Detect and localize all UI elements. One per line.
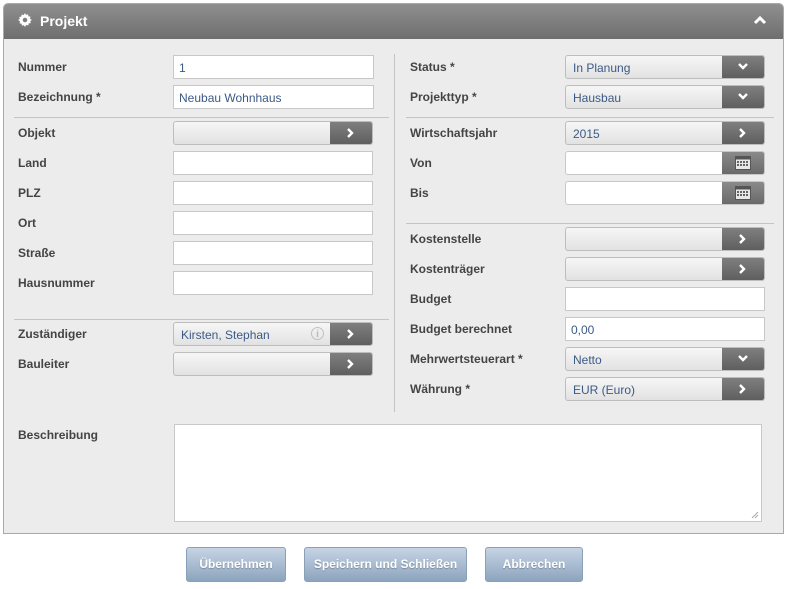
objekt-label: Objekt [18, 126, 56, 140]
chevron-right-icon [739, 128, 746, 138]
chevron-up-icon[interactable] [753, 14, 767, 26]
mwst-dropdown-button[interactable] [722, 348, 764, 370]
bezeichnung-label: Bezeichnung * [18, 90, 101, 104]
status-dropdown-button[interactable] [722, 56, 764, 78]
budget-berechnet-field[interactable]: 0,00 [565, 317, 765, 341]
bauleiter-select-button[interactable] [330, 353, 372, 375]
plz-label: PLZ [18, 186, 41, 200]
divider [14, 117, 389, 118]
mwst-dropdown[interactable]: Netto [565, 347, 765, 371]
divider [406, 117, 774, 118]
beschreibung-label: Beschreibung [18, 428, 99, 442]
von-calendar-button[interactable] [722, 152, 764, 174]
status-dropdown[interactable]: In Planung [565, 55, 765, 79]
plz-field[interactable] [173, 181, 373, 205]
chevron-right-icon [347, 128, 354, 138]
cancel-button[interactable]: Abbrechen [485, 547, 583, 582]
chevron-down-icon [738, 63, 748, 70]
nummer-label: Nummer [18, 60, 67, 74]
panel-title: Projekt [40, 13, 88, 29]
column-divider [394, 54, 395, 412]
chevron-down-icon [738, 93, 748, 100]
gear-icon [18, 13, 32, 27]
hausnummer-label: Hausnummer [18, 276, 95, 290]
ort-field[interactable] [173, 211, 373, 235]
kostentraeger-picker[interactable] [565, 257, 765, 281]
wirtschaftsjahr-label: Wirtschaftsjahr [410, 126, 498, 140]
budget-berechnet-label: Budget berechnet [410, 322, 513, 336]
status-label: Status * [410, 60, 455, 74]
projekttyp-dropdown[interactable]: Hausbau [565, 85, 765, 109]
von-date-field[interactable] [565, 151, 765, 175]
bis-calendar-button[interactable] [722, 182, 764, 204]
chevron-right-icon [739, 264, 746, 274]
kostentraeger-label: Kostenträger [410, 262, 485, 276]
calendar-icon [735, 186, 751, 200]
bauleiter-picker[interactable] [173, 352, 373, 376]
panel-header: Projekt [4, 4, 783, 39]
chevron-right-icon [347, 329, 354, 339]
info-icon[interactable]: i [311, 327, 324, 340]
save-and-close-button[interactable]: Speichern und Schließen [304, 547, 467, 582]
wirtschaftsjahr-select-button[interactable] [722, 122, 764, 144]
waehrung-select-button[interactable] [722, 378, 764, 400]
kostenstelle-select-button[interactable] [722, 228, 764, 250]
objekt-picker[interactable] [173, 121, 373, 145]
status-value: In Planung [573, 61, 631, 75]
divider [406, 223, 774, 224]
project-panel: Projekt Nummer 1 Bezeichnung * Neubau Wo… [3, 3, 784, 534]
bezeichnung-field[interactable]: Neubau Wohnhaus [173, 85, 374, 109]
nummer-field[interactable]: 1 [173, 55, 374, 79]
projekttyp-dropdown-button[interactable] [722, 86, 764, 108]
bauleiter-label: Bauleiter [18, 357, 70, 371]
wirtschaftsjahr-picker[interactable]: 2015 [565, 121, 765, 145]
mwst-value: Netto [573, 353, 602, 367]
chevron-right-icon [347, 359, 354, 369]
land-field[interactable] [173, 151, 373, 175]
land-label: Land [18, 156, 47, 170]
budget-label: Budget [410, 292, 452, 306]
waehrung-label: Währung * [410, 382, 470, 396]
von-label: Von [410, 156, 432, 170]
budget-field[interactable] [565, 287, 765, 311]
resize-grip-icon[interactable] [751, 511, 759, 519]
kostentraeger-select-button[interactable] [722, 258, 764, 280]
projekttyp-value: Hausbau [573, 91, 622, 105]
zustaendiger-label: Zuständiger [18, 327, 87, 341]
objekt-select-button[interactable] [330, 122, 372, 144]
bis-date-field[interactable] [565, 181, 765, 205]
calendar-icon [735, 156, 751, 170]
waehrung-picker[interactable]: EUR (Euro) [565, 377, 765, 401]
waehrung-value: EUR (Euro) [573, 383, 636, 397]
hausnummer-field[interactable] [173, 271, 373, 295]
kostenstelle-picker[interactable] [565, 227, 765, 251]
chevron-right-icon [739, 234, 746, 244]
bis-label: Bis [410, 186, 429, 200]
zustaendiger-value: Kirsten, Stephan [181, 328, 270, 342]
wirtschaftsjahr-value: 2015 [573, 127, 600, 141]
strasse-label: Straße [18, 246, 56, 260]
chevron-down-icon [738, 355, 748, 362]
strasse-field[interactable] [173, 241, 373, 265]
projekttyp-label: Projekttyp * [410, 90, 477, 104]
kostenstelle-label: Kostenstelle [410, 232, 482, 246]
zustaendiger-select-button[interactable] [330, 323, 372, 345]
ort-label: Ort [18, 216, 36, 230]
divider [14, 319, 389, 320]
mwst-label: Mehrwertsteuerart * [410, 352, 523, 366]
zustaendiger-picker[interactable]: Kirsten, Stephan i [173, 322, 373, 346]
beschreibung-textarea[interactable] [174, 424, 762, 522]
chevron-right-icon [739, 384, 746, 394]
apply-button[interactable]: Übernehmen [186, 547, 286, 582]
